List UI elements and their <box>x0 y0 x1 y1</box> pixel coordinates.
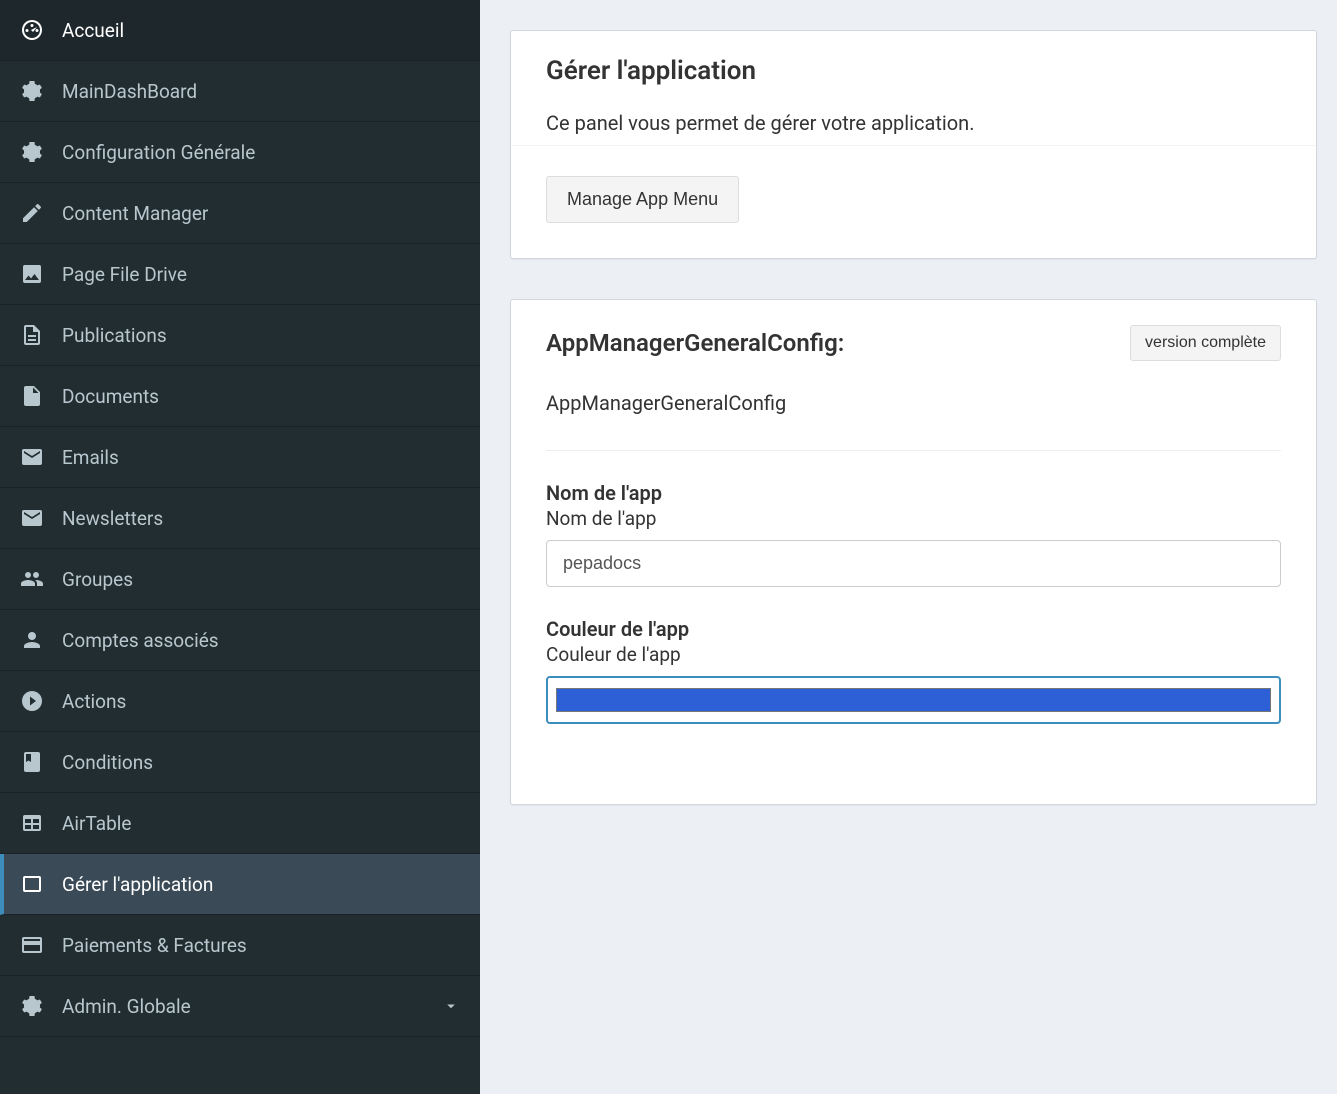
sidebar-item-label: Emails <box>62 446 119 469</box>
sidebar-item-groupes[interactable]: Groupes <box>0 549 480 610</box>
tablet-icon <box>20 872 44 896</box>
sidebar-item-content-manager[interactable]: Content Manager <box>0 183 480 244</box>
form-group-app-name: Nom de l'app Nom de l'app <box>546 481 1281 587</box>
gear-icon <box>20 140 44 164</box>
app-color-label-strong: Couleur de l'app <box>546 617 1281 641</box>
sidebar-item-conditions[interactable]: Conditions <box>0 732 480 793</box>
file-icon <box>20 384 44 408</box>
sidebar-item-paiements-factures[interactable]: Paiements & Factures <box>0 915 480 976</box>
panel-body: AppManagerGeneralConfig Nom de l'app Nom… <box>511 376 1316 804</box>
user-icon <box>20 628 44 652</box>
manage-app-menu-button[interactable]: Manage App Menu <box>546 176 739 223</box>
sidebar-item-config-generale[interactable]: Configuration Générale <box>0 122 480 183</box>
file-text-icon <box>20 323 44 347</box>
table-icon <box>20 811 44 835</box>
sidebar: Accueil MainDashBoard Configuration Géné… <box>0 0 480 1094</box>
panel-header: AppManagerGeneralConfig: version complèt… <box>511 300 1316 376</box>
panel-body: Manage App Menu <box>511 145 1316 258</box>
sidebar-item-comptes-associes[interactable]: Comptes associés <box>0 610 480 671</box>
sidebar-item-label: Actions <box>62 690 126 713</box>
sidebar-item-gerer-application[interactable]: Gérer l'application <box>0 854 480 915</box>
play-circle-icon <box>20 689 44 713</box>
sidebar-item-actions[interactable]: Actions <box>0 671 480 732</box>
sidebar-item-admin-globale[interactable]: Admin. Globale <box>0 976 480 1037</box>
sidebar-item-maindashboard[interactable]: MainDashBoard <box>0 61 480 122</box>
sidebar-item-newsletters[interactable]: Newsletters <box>0 488 480 549</box>
gears-icon <box>20 994 44 1018</box>
sidebar-item-label: Admin. Globale <box>62 995 191 1018</box>
sidebar-item-label: Groupes <box>62 568 133 591</box>
form-group-app-color: Couleur de l'app Couleur de l'app <box>546 617 1281 724</box>
panel-manage-application: Gérer l'application Ce panel vous permet… <box>510 30 1317 259</box>
sidebar-item-publications[interactable]: Publications <box>0 305 480 366</box>
sidebar-item-label: Configuration Générale <box>62 141 255 164</box>
sidebar-item-label: Accueil <box>62 19 124 42</box>
app-name-label-sub: Nom de l'app <box>546 507 1281 530</box>
panel-appmanager-config: AppManagerGeneralConfig: version complèt… <box>510 299 1317 805</box>
sidebar-item-emails[interactable]: Emails <box>0 427 480 488</box>
chevron-down-icon <box>442 997 460 1015</box>
pencil-icon <box>20 201 44 225</box>
dashboard-icon <box>20 18 44 42</box>
app-name-input[interactable] <box>546 540 1281 587</box>
sidebar-item-label: Content Manager <box>62 202 208 225</box>
sidebar-item-label: AirTable <box>62 812 131 835</box>
sidebar-item-label: Paiements & Factures <box>62 934 247 957</box>
sidebar-item-accueil[interactable]: Accueil <box>0 0 480 61</box>
sidebar-item-label: Gérer l'application <box>62 873 213 896</box>
panel-subtitle: Ce panel vous permet de gérer votre appl… <box>546 111 1281 135</box>
panel-title: Gérer l'application <box>546 56 1281 86</box>
gears-icon <box>20 79 44 103</box>
sidebar-item-page-file-drive[interactable]: Page File Drive <box>0 244 480 305</box>
sidebar-item-airtable[interactable]: AirTable <box>0 793 480 854</box>
version-complete-button[interactable]: version complète <box>1130 325 1281 361</box>
app-color-input[interactable] <box>546 676 1281 724</box>
sidebar-item-label: Documents <box>62 385 159 408</box>
app-color-label-sub: Couleur de l'app <box>546 643 1281 666</box>
main-content: Gérer l'application Ce panel vous permet… <box>480 0 1337 1094</box>
sidebar-item-documents[interactable]: Documents <box>0 366 480 427</box>
sidebar-item-label: Publications <box>62 324 167 347</box>
sidebar-item-label: Page File Drive <box>62 263 187 286</box>
sidebar-item-label: MainDashBoard <box>62 80 197 103</box>
app-name-label-strong: Nom de l'app <box>546 481 1281 505</box>
book-icon <box>20 750 44 774</box>
users-icon <box>20 567 44 591</box>
envelope-icon <box>20 506 44 530</box>
credit-card-icon <box>20 933 44 957</box>
config-title: AppManagerGeneralConfig: <box>546 329 844 357</box>
sidebar-item-label: Newsletters <box>62 507 163 530</box>
envelope-icon <box>20 445 44 469</box>
sidebar-item-label: Conditions <box>62 751 153 774</box>
sidebar-item-label: Comptes associés <box>62 629 219 652</box>
panel-header: Gérer l'application Ce panel vous permet… <box>511 31 1316 145</box>
image-icon <box>20 262 44 286</box>
config-name-text: AppManagerGeneralConfig <box>546 391 1281 451</box>
